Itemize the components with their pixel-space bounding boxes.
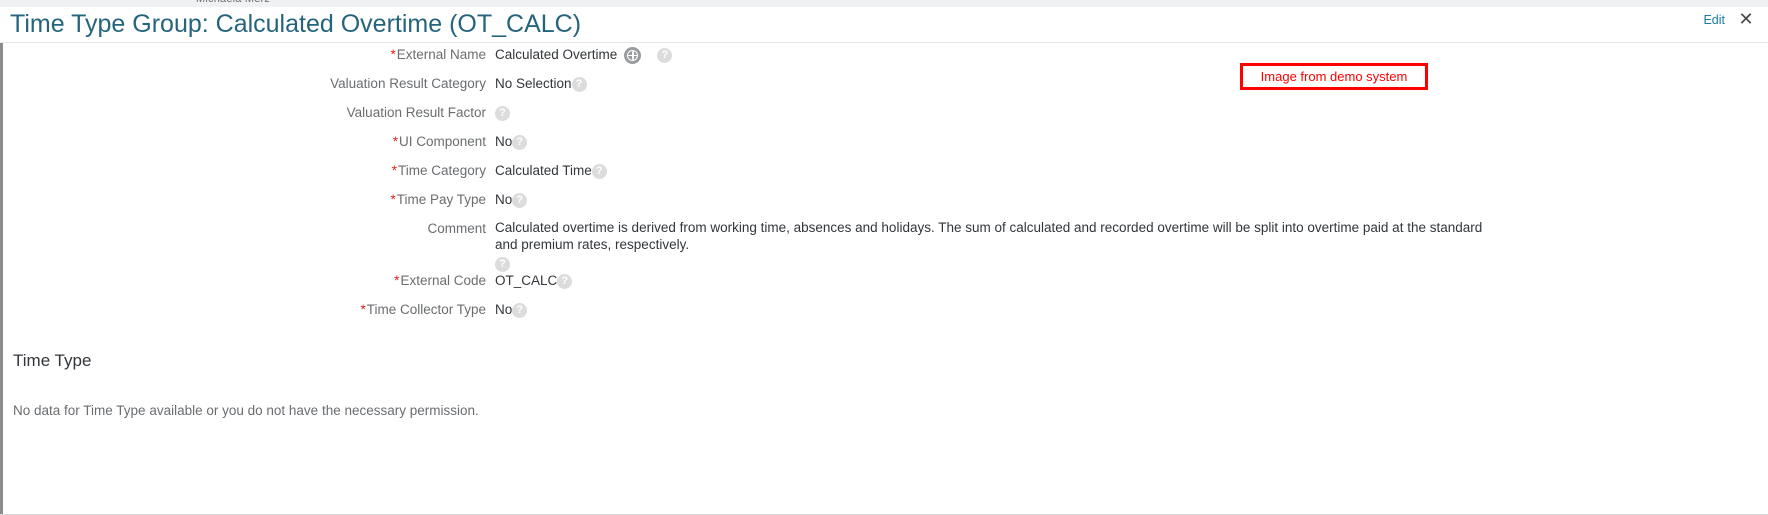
form-row: *Time Pay Type No ? bbox=[0, 191, 1768, 220]
field-value: Calculated Overtime bbox=[495, 47, 618, 62]
detail-form: *External Name Calculated Overtime ? Val… bbox=[0, 46, 1768, 330]
field-label-text: Valuation Result Factor bbox=[346, 105, 486, 120]
field-label: *Time Collector Type bbox=[0, 301, 495, 319]
annotation-text: Image from demo system bbox=[1260, 69, 1408, 84]
form-row: *UI Component No ? bbox=[0, 133, 1768, 162]
field-value-wrap: Calculated overtime is derived from work… bbox=[495, 220, 1768, 272]
field-label: *Time Pay Type bbox=[0, 191, 495, 209]
no-data-message: No data for Time Type available or you d… bbox=[13, 403, 479, 418]
form-row: Valuation Result Category No Selection ? bbox=[0, 75, 1768, 104]
help-icon[interactable]: ? bbox=[557, 274, 573, 289]
field-label: *External Name bbox=[0, 46, 495, 64]
form-row-comment: Comment Calculated overtime is derived f… bbox=[0, 220, 1768, 272]
field-value-wrap: ? bbox=[495, 104, 1768, 121]
help-icon[interactable]: ? bbox=[512, 135, 528, 150]
field-label: Valuation Result Factor bbox=[0, 104, 495, 122]
required-asterisk: * bbox=[390, 192, 396, 207]
help-icon[interactable]: ? bbox=[495, 106, 510, 121]
field-label: Comment bbox=[0, 220, 495, 238]
form-row: *External Code OT_CALC ? bbox=[0, 272, 1768, 301]
form-row: Valuation Result Factor ? bbox=[0, 104, 1768, 133]
help-icon[interactable]: ? bbox=[512, 303, 528, 318]
field-label-text: UI Component bbox=[398, 134, 486, 149]
required-asterisk: * bbox=[394, 273, 400, 288]
form-row: *Time Category Calculated Time ? bbox=[0, 162, 1768, 191]
field-label: Valuation Result Category bbox=[0, 75, 495, 93]
field-value-wrap: No ? bbox=[495, 301, 1768, 319]
field-label-text: Time Category bbox=[397, 163, 486, 178]
required-asterisk: * bbox=[390, 47, 396, 62]
field-value-wrap: No ? bbox=[495, 191, 1768, 209]
section-title-time-type: Time Type bbox=[13, 351, 92, 370]
field-value: OT_CALC bbox=[495, 273, 558, 288]
page-header: Time Type Group: Calculated Overtime (OT… bbox=[0, 7, 1768, 43]
field-label: *Time Category bbox=[0, 162, 495, 180]
help-icon[interactable]: ? bbox=[571, 77, 587, 92]
field-label: *UI Component bbox=[0, 133, 495, 151]
field-value: No bbox=[495, 302, 513, 317]
field-value-wrap: OT_CALC ? bbox=[495, 272, 1768, 290]
field-value: Calculated overtime is derived from work… bbox=[495, 220, 1483, 252]
field-label-text: Comment bbox=[427, 221, 486, 236]
form-row: *External Name Calculated Overtime ? bbox=[0, 46, 1768, 75]
cropped-top-bar-text: Michaela Merz bbox=[196, 0, 270, 5]
field-value: No Selection bbox=[495, 76, 572, 91]
field-value-wrap: No Selection ? bbox=[495, 75, 1768, 93]
field-label-text: External Code bbox=[400, 273, 486, 288]
required-asterisk: * bbox=[392, 134, 398, 149]
field-value-wrap: Calculated Overtime ? bbox=[495, 46, 1768, 64]
globe-translate-icon[interactable] bbox=[624, 47, 642, 64]
page-title: Time Type Group: Calculated Overtime (OT… bbox=[10, 10, 582, 38]
close-icon[interactable]: ✕ bbox=[1734, 7, 1758, 31]
field-label-text: External Name bbox=[396, 47, 486, 62]
help-icon[interactable]: ? bbox=[512, 193, 528, 208]
field-label-text: Time Collector Type bbox=[366, 302, 486, 317]
help-icon[interactable]: ? bbox=[657, 48, 673, 63]
field-label-text: Time Pay Type bbox=[396, 192, 486, 207]
required-asterisk: * bbox=[360, 302, 366, 317]
field-value: No bbox=[495, 192, 513, 207]
annotation-box: Image from demo system bbox=[1240, 63, 1428, 90]
field-value-wrap: No ? bbox=[495, 133, 1768, 151]
required-asterisk: * bbox=[391, 163, 397, 178]
edit-button[interactable]: Edit bbox=[1703, 12, 1725, 28]
form-row: *Time Collector Type No ? bbox=[0, 301, 1768, 330]
field-value-wrap: Calculated Time ? bbox=[495, 162, 1768, 180]
help-icon[interactable]: ? bbox=[591, 164, 607, 179]
field-label-text: Valuation Result Category bbox=[330, 76, 486, 91]
help-icon[interactable]: ? bbox=[495, 257, 510, 272]
field-label: *External Code bbox=[0, 272, 495, 290]
app-window: Michaela Merz Time Type Group: Calculate… bbox=[0, 0, 1768, 515]
field-value: No bbox=[495, 134, 513, 149]
field-value: Calculated Time bbox=[495, 163, 592, 178]
